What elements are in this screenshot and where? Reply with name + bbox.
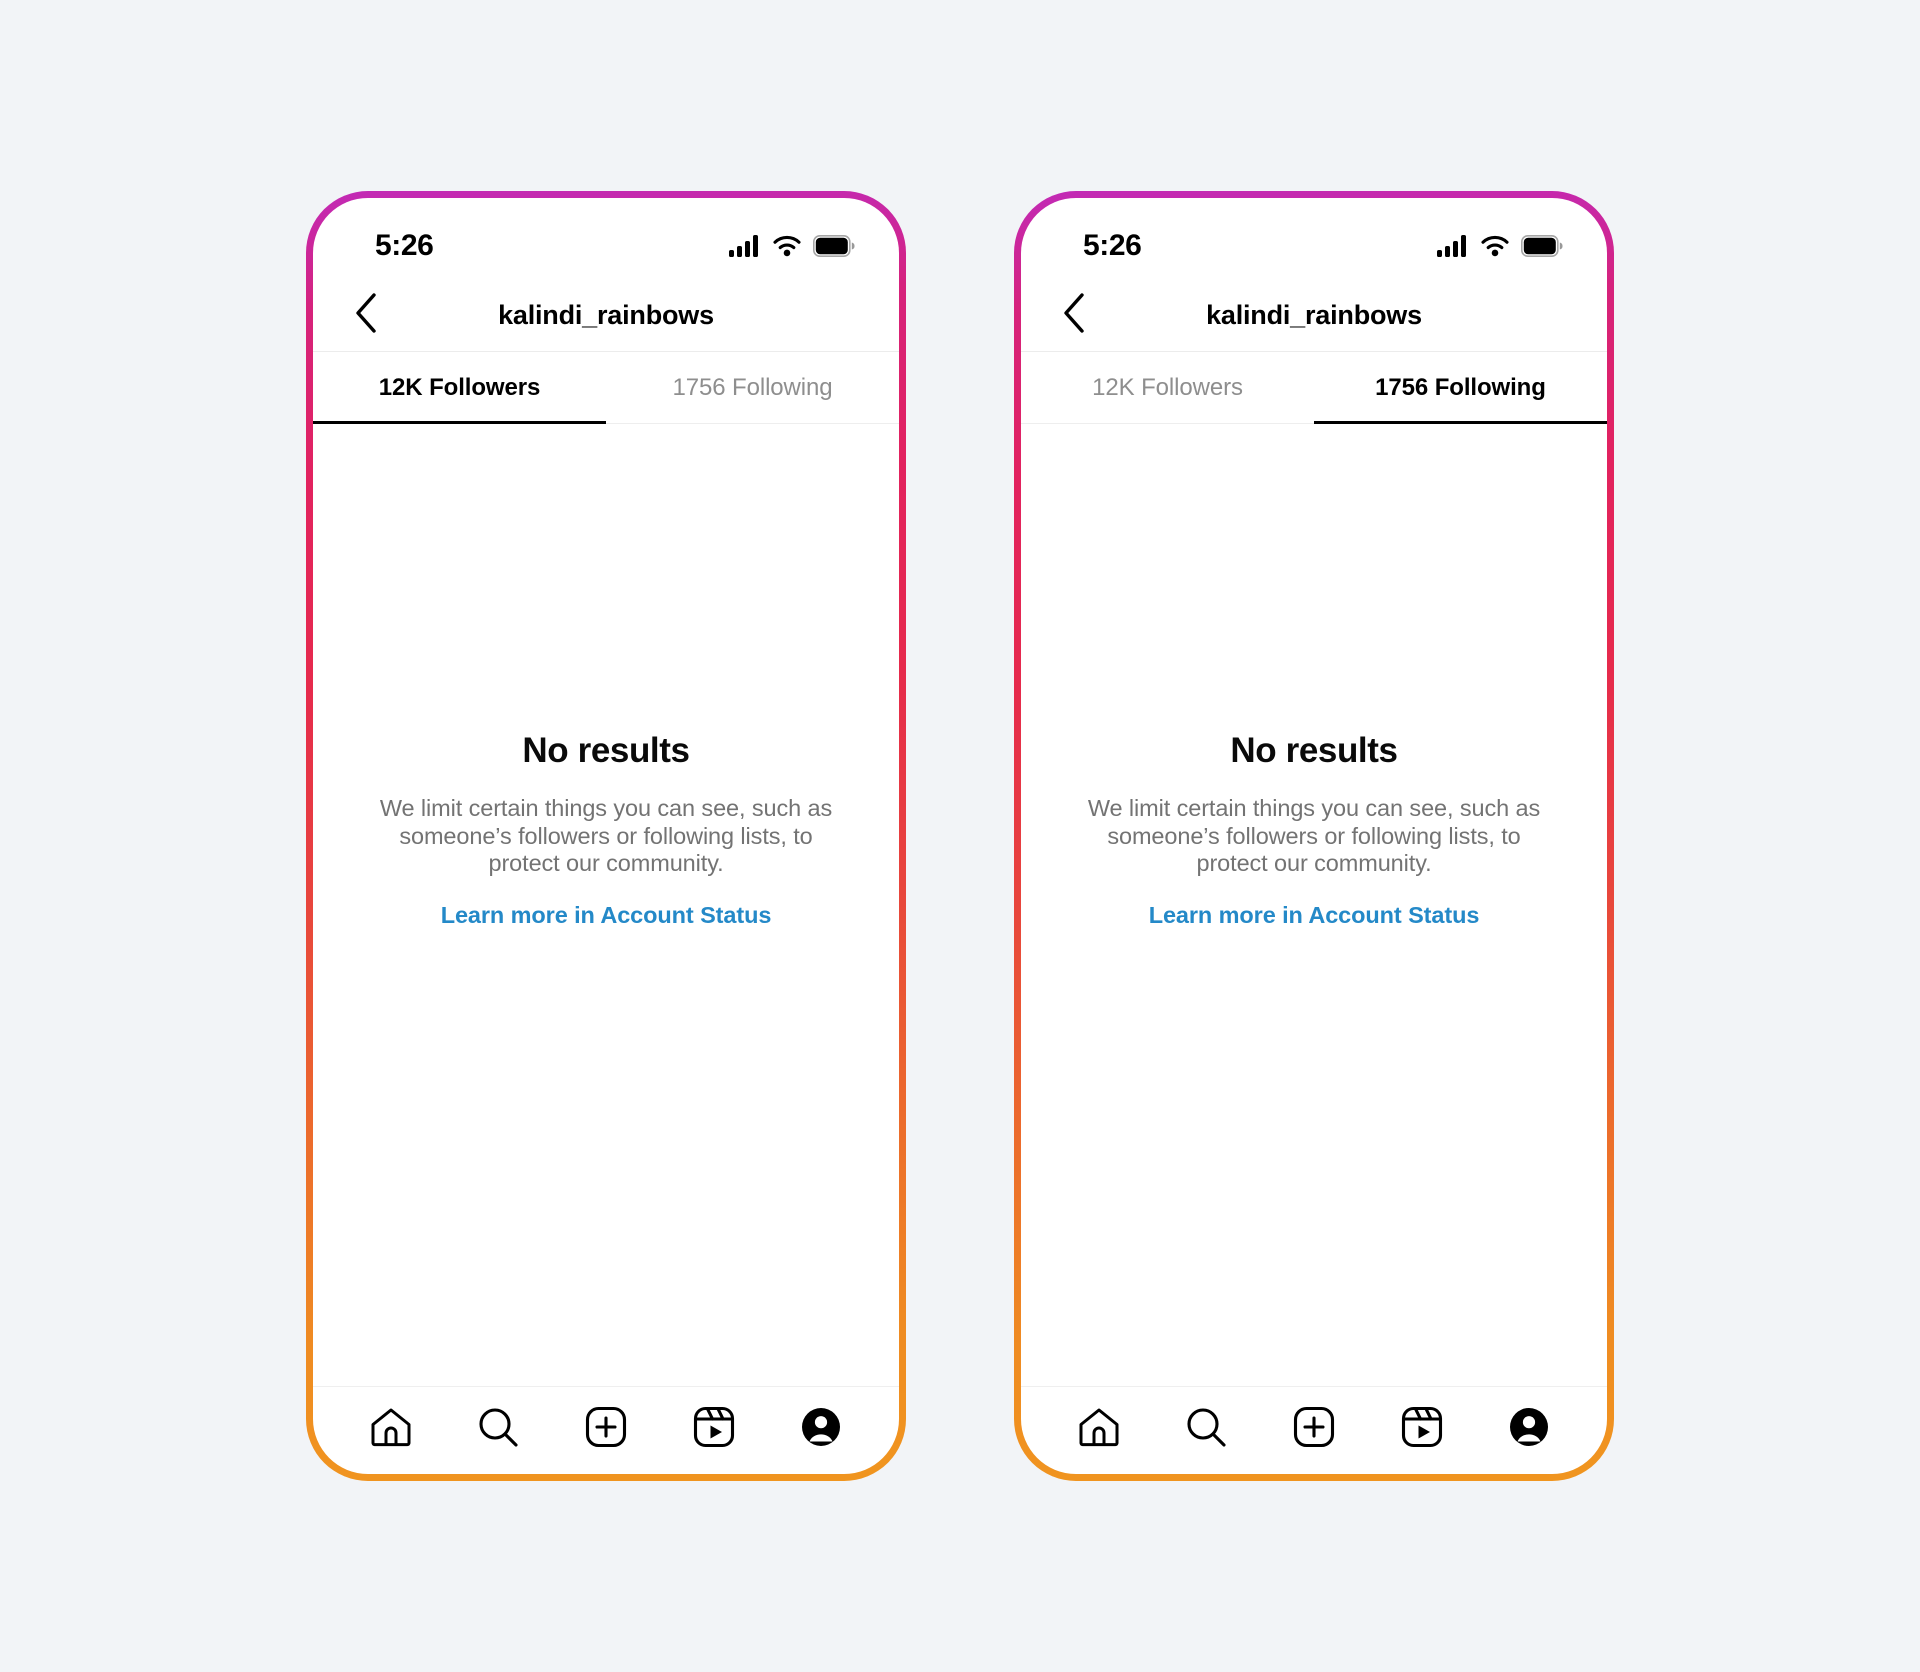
tabbar-item-reels[interactable] (678, 1396, 750, 1458)
chevron-left-icon (353, 292, 379, 339)
empty-state-description: We limit certain things you can see, suc… (379, 794, 833, 877)
wifi-icon (772, 235, 802, 257)
tab-followers-label: 12K Followers (1092, 373, 1243, 401)
empty-state-title: No results (1230, 730, 1398, 770)
create-icon (1291, 1404, 1337, 1450)
chevron-left-icon (1061, 292, 1087, 339)
reels-icon (691, 1404, 737, 1450)
create-icon (583, 1404, 629, 1450)
tab-followers[interactable]: 12K Followers (313, 352, 606, 424)
status-time: 5:26 (375, 229, 434, 262)
search-icon (475, 1404, 521, 1450)
tabbar-item-reels[interactable] (1386, 1396, 1458, 1458)
home-icon (1076, 1404, 1122, 1450)
tabbar-item-search[interactable] (1170, 1396, 1242, 1458)
tabbar-item-home[interactable] (355, 1396, 427, 1458)
tabbar-item-search[interactable] (462, 1396, 534, 1458)
tab-following[interactable]: 1756 Following (1314, 352, 1607, 424)
bottom-tab-bar (1021, 1386, 1607, 1474)
phone-screen-left: 5:26 kalindi_rainbows 12K Followers 1756… (313, 198, 899, 1474)
account-status-link[interactable]: Learn more in Account Status (1149, 902, 1480, 929)
tab-strip: 12K Followers 1756 Following (1021, 352, 1607, 424)
tabbar-item-create[interactable] (570, 1396, 642, 1458)
cellular-signal-icon (1437, 235, 1469, 257)
empty-state-description: We limit certain things you can see, suc… (1087, 794, 1541, 877)
nav-bar: kalindi_rainbows (1021, 280, 1607, 352)
tab-following-label: 1756 Following (672, 373, 833, 401)
empty-state: No results We limit certain things you c… (1021, 424, 1607, 1386)
reels-icon (1399, 1404, 1445, 1450)
status-icon-group (729, 235, 855, 257)
tabbar-item-home[interactable] (1063, 1396, 1135, 1458)
empty-state: No results We limit certain things you c… (313, 424, 899, 1386)
cellular-signal-icon (729, 235, 761, 257)
tab-strip: 12K Followers 1756 Following (313, 352, 899, 424)
status-time: 5:26 (1083, 229, 1142, 262)
profile-icon (1506, 1404, 1552, 1450)
back-button[interactable] (339, 289, 393, 343)
tabbar-item-profile[interactable] (785, 1396, 857, 1458)
status-bar: 5:26 (313, 198, 899, 280)
profile-icon (798, 1404, 844, 1450)
home-icon (368, 1404, 414, 1450)
account-status-link[interactable]: Learn more in Account Status (441, 902, 772, 929)
empty-state-title: No results (522, 730, 690, 770)
phone-screen-right: 5:26 kalindi_rainbows 12K Followers 1756… (1021, 198, 1607, 1474)
tab-following-label: 1756 Following (1375, 373, 1546, 401)
wifi-icon (1480, 235, 1510, 257)
nav-bar: kalindi_rainbows (313, 280, 899, 352)
tab-following[interactable]: 1756 Following (606, 352, 899, 423)
phone-mockup-left: 5:26 kalindi_rainbows 12K Followers 1756… (306, 191, 906, 1481)
phone-mockup-right: 5:26 kalindi_rainbows 12K Followers 1756… (1014, 191, 1614, 1481)
tabbar-item-profile[interactable] (1493, 1396, 1565, 1458)
screenshot-canvas: 5:26 kalindi_rainbows 12K Followers 1756… (0, 0, 1920, 1672)
back-button[interactable] (1047, 289, 1101, 343)
search-icon (1183, 1404, 1229, 1450)
battery-icon (1521, 235, 1563, 257)
status-icon-group (1437, 235, 1563, 257)
status-bar: 5:26 (1021, 198, 1607, 280)
bottom-tab-bar (313, 1386, 899, 1474)
page-title: kalindi_rainbows (1206, 300, 1422, 330)
tabbar-item-create[interactable] (1278, 1396, 1350, 1458)
tab-followers[interactable]: 12K Followers (1021, 352, 1314, 423)
page-title: kalindi_rainbows (498, 300, 714, 330)
battery-icon (813, 235, 855, 257)
tab-followers-label: 12K Followers (378, 373, 541, 401)
